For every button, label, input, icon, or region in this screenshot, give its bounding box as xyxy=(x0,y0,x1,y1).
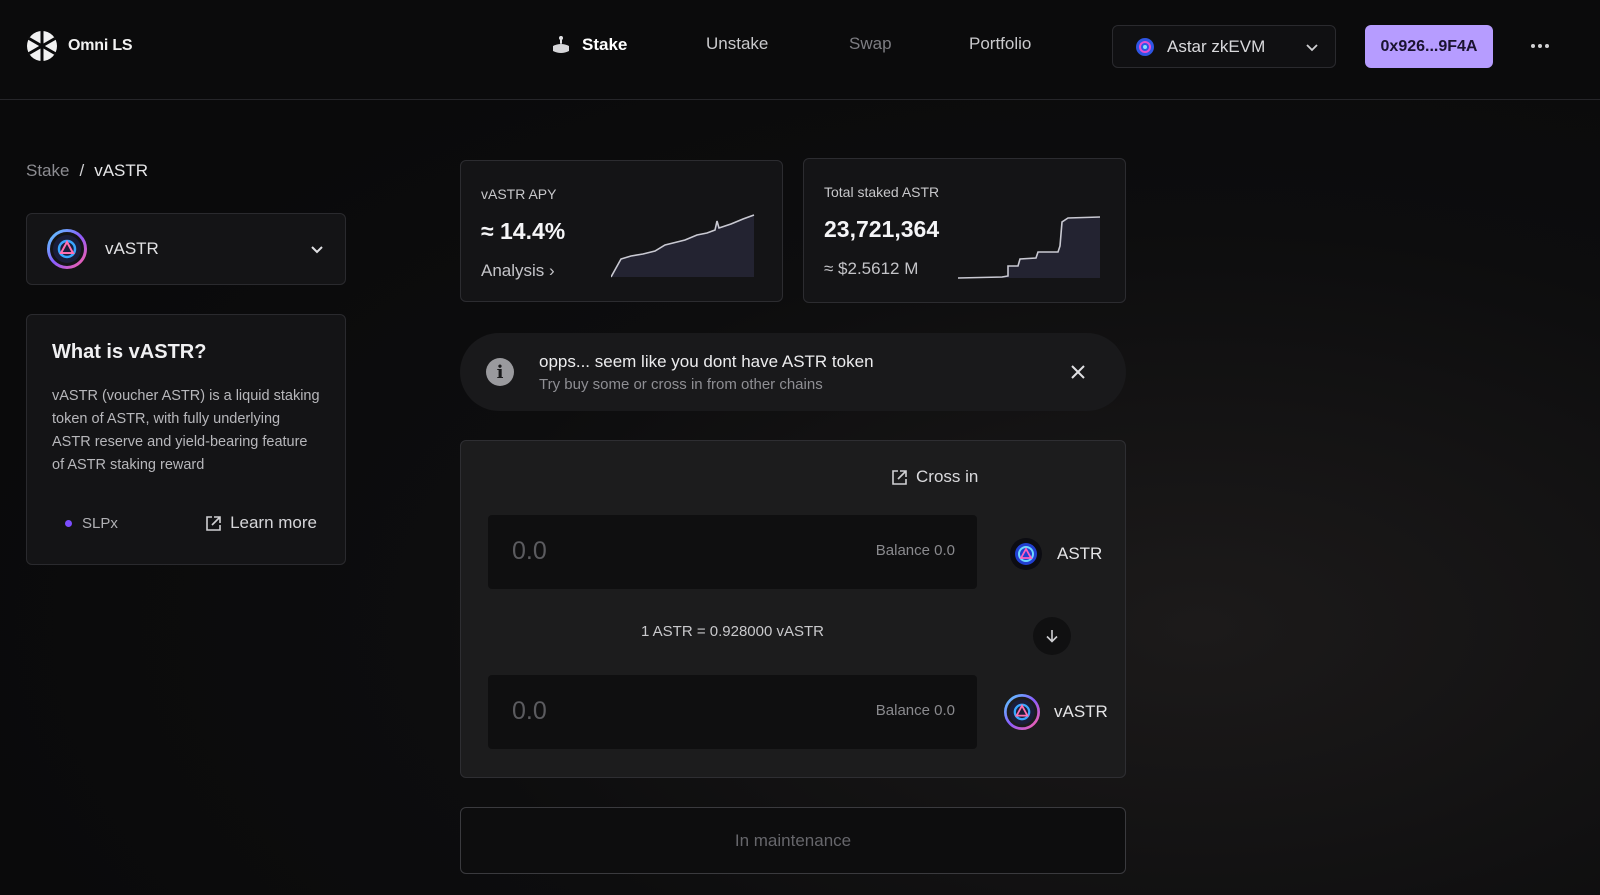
status-dot xyxy=(65,519,72,527)
cross-in-link[interactable]: Cross in xyxy=(891,467,978,487)
omni-logo-icon xyxy=(27,31,57,61)
network-name: Astar zkEVM xyxy=(1167,36,1266,56)
info-footer: SLPx Learn more xyxy=(65,513,317,533)
to-token: vASTR xyxy=(1004,694,1108,730)
to-balance: Balance 0.0 xyxy=(875,702,955,719)
brand-name: Omni LS xyxy=(68,37,133,54)
apy-label: vASTR APY xyxy=(481,186,557,202)
total-staked-label: Total staked ASTR xyxy=(824,184,940,200)
apy-stat-card: vASTR APY ≈ 14.4% Analysis › xyxy=(460,160,783,302)
from-amount-input[interactable] xyxy=(512,537,762,566)
more-dot xyxy=(1538,44,1542,48)
vastr-info-card: What is vASTR? vASTR (voucher ASTR) is a… xyxy=(26,314,346,565)
to-amount-box: Balance 0.0 xyxy=(488,675,977,749)
stake-icon xyxy=(553,36,569,53)
chevron-down-icon xyxy=(1306,43,1318,51)
apy-value: ≈ 14.4% xyxy=(481,218,566,244)
alert-text: opps... seem like you dont have ASTR tok… xyxy=(539,352,874,393)
alert-title: opps... seem like you dont have ASTR tok… xyxy=(539,351,874,371)
breadcrumb: Stake / vASTR xyxy=(26,161,148,181)
exchange-rate: 1 ASTR = 0.928000 vASTR xyxy=(640,623,825,640)
network-select[interactable]: Astar zkEVM xyxy=(1112,25,1336,68)
learn-more-label: Learn more xyxy=(230,513,317,532)
analysis-link[interactable]: Analysis › xyxy=(481,261,555,281)
from-token: ASTR xyxy=(1009,537,1102,571)
learn-more-link[interactable]: Learn more xyxy=(205,513,317,533)
info-description: vASTR (voucher ASTR) is a liquid staking… xyxy=(52,388,320,473)
to-token-label: vASTR xyxy=(1054,702,1108,721)
alert-subtitle: Try buy some or cross in from other chai… xyxy=(539,375,823,393)
arrow-down-icon xyxy=(1046,630,1058,643)
breadcrumb-separator: / xyxy=(79,161,85,180)
swap-direction-button[interactable] xyxy=(1033,617,1071,655)
nav-swap[interactable]: Swap xyxy=(849,34,892,54)
nav-stake[interactable]: Stake xyxy=(550,34,627,56)
nav-unstake[interactable]: Unstake xyxy=(706,34,768,54)
breadcrumb-stake-link[interactable]: Stake xyxy=(26,161,69,181)
more-options-button[interactable] xyxy=(1528,36,1552,56)
external-link-icon xyxy=(892,469,907,485)
total-staked-card: Total staked ASTR 23,721,364 ≈ $2.5612 M xyxy=(803,158,1126,303)
breadcrumb-current: vASTR xyxy=(94,161,149,180)
nav-portfolio[interactable]: Portfolio xyxy=(969,34,1031,54)
maintenance-button[interactable]: In maintenance xyxy=(460,807,1126,874)
slpx-tag: SLPx xyxy=(65,515,118,532)
no-token-alert: i opps... seem like you dont have ASTR t… xyxy=(460,333,1126,411)
token-selector-label: vASTR xyxy=(105,239,159,258)
apy-sparkline xyxy=(611,214,755,278)
close-icon[interactable] xyxy=(1070,364,1086,380)
to-amount-input[interactable] xyxy=(512,697,762,726)
nav-stake-label: Stake xyxy=(582,35,628,54)
chevron-down-icon xyxy=(311,246,323,254)
total-staked-usd: ≈ $2.5612 M xyxy=(824,259,919,278)
vastr-token-icon xyxy=(47,229,87,269)
from-amount-box: Balance 0.0 xyxy=(488,515,977,589)
external-link-icon xyxy=(206,515,221,531)
wallet-address-button[interactable]: 0x926...9F4A xyxy=(1365,25,1493,68)
from-balance: Balance 0.0 xyxy=(875,542,955,559)
more-dot xyxy=(1531,44,1535,48)
token-selector[interactable]: vASTR xyxy=(26,213,346,285)
info-title: What is vASTR? xyxy=(52,341,207,363)
astar-network-icon xyxy=(1136,37,1154,56)
brand-logo[interactable]: Omni LS xyxy=(26,30,133,62)
total-staked-value: 23,721,364 xyxy=(824,216,940,242)
stake-swap-panel: Cross in Balance 0.0 ASTR 1 ASTR = 0.928… xyxy=(460,440,1126,778)
top-header: Omni LS Stake Unstake Swap Portfolio Ast… xyxy=(0,0,1600,100)
slpx-label: SLPx xyxy=(82,514,118,532)
vastr-token-icon xyxy=(1004,694,1040,730)
total-staked-sparkline xyxy=(958,216,1101,279)
info-icon: i xyxy=(486,358,514,386)
more-dot xyxy=(1545,44,1549,48)
astr-token-icon xyxy=(1010,538,1042,570)
cross-in-label: Cross in xyxy=(916,467,979,486)
from-token-label: ASTR xyxy=(1057,544,1103,563)
